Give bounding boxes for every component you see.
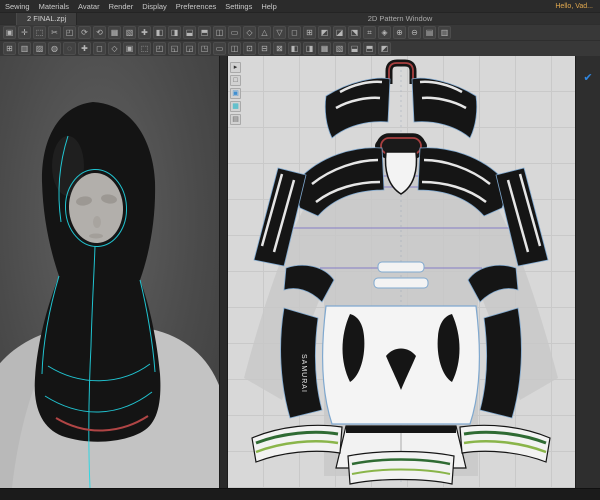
toolbar-icon[interactable]: ◻ — [288, 26, 301, 39]
project-tab[interactable]: 2 FINAL.zpj — [16, 12, 78, 25]
user-greeting[interactable]: Hello, Vad... — [555, 3, 595, 10]
toolbar-icon[interactable]: ▥ — [438, 26, 451, 39]
2d-mini-toolbar: ▸ □ ▣ ▦ ▤ — [230, 62, 241, 125]
toolbar-icon[interactable]: ◨ — [168, 26, 181, 39]
toolbar-icon[interactable]: ▽ — [273, 26, 286, 39]
3d-viewport[interactable] — [0, 56, 219, 488]
menu-item[interactable]: Avatar — [78, 2, 100, 11]
toolbar-icon[interactable]: ◫ — [228, 42, 241, 55]
balaclava-hood[interactable] — [34, 102, 161, 442]
toolbar-icon[interactable]: ⬒ — [198, 26, 211, 39]
toolbar-icon[interactable]: ▥ — [18, 42, 31, 55]
toolbar-icon[interactable]: ▨ — [33, 42, 46, 55]
toolbar-icon[interactable]: ⬔ — [348, 26, 361, 39]
toolbar-icon[interactable]: ✚ — [78, 42, 91, 55]
2d-tool-icon[interactable]: ▦ — [230, 101, 241, 112]
viewport-area: ▸ □ ▣ ▦ ▤ SAMURAI ✔ — [0, 56, 600, 488]
toolbar-icon[interactable]: ⊕ — [393, 26, 406, 39]
toolbar-icon[interactable]: ▧ — [333, 42, 346, 55]
toolbar-icon[interactable]: ◧ — [153, 26, 166, 39]
menu-item[interactable]: Help — [261, 2, 276, 11]
toolbar-icon[interactable]: ⊟ — [258, 42, 271, 55]
toolbar-icon[interactable]: ⬓ — [348, 42, 361, 55]
toolbar-icon[interactable]: ✂ — [48, 26, 61, 39]
toolbar-icon[interactable]: ⟲ — [93, 26, 106, 39]
pattern-piece-cuff-center[interactable] — [347, 450, 455, 485]
toolbar-icon[interactable]: ✛ — [18, 26, 31, 39]
toolbar-icon[interactable]: ⊖ — [408, 26, 421, 39]
menu-item[interactable]: Preferences — [176, 2, 216, 11]
menu-item[interactable]: Settings — [225, 2, 252, 11]
toolbar-icon[interactable]: ⊞ — [3, 42, 16, 55]
confirm-check-icon[interactable]: ✔ — [583, 72, 592, 84]
toolbar-icon[interactable]: ◰ — [63, 26, 76, 39]
app-window: Sewing Materials Avatar Render Display Prefer… — [0, 0, 600, 500]
toolbar-icon[interactable]: ▧ — [123, 26, 136, 39]
toolbar-icon[interactable]: ◌ — [63, 42, 76, 55]
2d-window-title: 2D Pattern Window — [367, 14, 433, 23]
toolbar-icon[interactable]: ▭ — [213, 42, 226, 55]
toolbar-icon[interactable]: ◩ — [318, 26, 331, 39]
menu-item[interactable]: Sewing — [5, 2, 30, 11]
toolbar-icon[interactable]: ◻ — [93, 42, 106, 55]
toolbar-icon[interactable]: ⊡ — [243, 42, 256, 55]
toolbar-icon[interactable]: ⬒ — [363, 42, 376, 55]
toolbar-icon[interactable]: ◰ — [153, 42, 166, 55]
pattern-brand-text: SAMURAI — [300, 354, 307, 393]
toolbar-icon[interactable]: ◇ — [108, 42, 121, 55]
toolbar-icon[interactable]: ◨ — [303, 42, 316, 55]
right-side-strip: ✔ — [575, 56, 600, 488]
menu-item[interactable]: Display — [142, 2, 167, 11]
toolbar-icon[interactable]: ▣ — [123, 42, 136, 55]
pattern-canvas[interactable]: SAMURAI — [228, 56, 575, 488]
toolbar-icon[interactable]: ▦ — [108, 26, 121, 39]
toolbar-icon[interactable]: ◩ — [378, 42, 391, 55]
menu-item[interactable]: Materials — [39, 2, 69, 11]
toolbar-icon[interactable]: ◪ — [333, 26, 346, 39]
toolbar-icon[interactable]: ◫ — [213, 26, 226, 39]
toolbar-icon[interactable]: ◈ — [378, 26, 391, 39]
toolbar-icon[interactable]: ▭ — [228, 26, 241, 39]
toolbar-icon[interactable]: ◲ — [183, 42, 196, 55]
toolbar-icon[interactable]: ◍ — [48, 42, 61, 55]
3d-avatar-scene[interactable] — [0, 56, 219, 488]
toolbar-icon[interactable]: ⊞ — [303, 26, 316, 39]
2d-tool-icon[interactable]: ▤ — [230, 114, 241, 125]
tab-bar: 2 FINAL.zpj 2D Pattern Window — [0, 12, 600, 25]
toolbar-icon[interactable]: ✚ — [138, 26, 151, 39]
toolbar-icon[interactable]: ⌗ — [363, 26, 376, 39]
2d-tool-icon[interactable]: ▸ — [230, 62, 241, 73]
project-tab-label: 2 FINAL.zpj — [27, 14, 67, 23]
toolbar-icon[interactable]: ▤ — [423, 26, 436, 39]
2d-tool-icon[interactable]: □ — [230, 75, 241, 86]
pattern-piece-strip-2[interactable] — [373, 277, 429, 289]
viewport-divider[interactable] — [219, 56, 228, 488]
toolbar-icon[interactable]: ▦ — [318, 42, 331, 55]
toolbar-icon[interactable]: ◳ — [198, 42, 211, 55]
menu-bar: Sewing Materials Avatar Render Display Prefer… — [0, 0, 600, 12]
toolbar-icon[interactable]: ⬚ — [138, 42, 151, 55]
2d-tool-icon[interactable]: ▣ — [230, 88, 241, 99]
2d-pattern-viewport[interactable]: ▸ □ ▣ ▦ ▤ SAMURAI — [228, 56, 575, 488]
bottom-status-bar — [0, 488, 600, 500]
menu-item[interactable]: Render — [109, 2, 134, 11]
toolbar-icon[interactable]: ⬓ — [183, 26, 196, 39]
toolbar-icon[interactable]: ⬚ — [33, 26, 46, 39]
nose-shade — [93, 216, 101, 228]
mouth-shade — [89, 233, 103, 239]
toolbar-row-1: ▣ ✛ ⬚ ✂ ◰ ⟳ ⟲ ▦ ▧ ✚ ◧ ◨ ⬓ ⬒ ◫ ▭ ◇ △ ▽ ◻ ⊞ ◩ ◪ ⬔ ⌗ ◈ ⊕ ⊖ ▤ ▥ — [0, 24, 600, 40]
toolbar-icon[interactable]: ◇ — [243, 26, 256, 39]
toolbar-row-2: ⊞ ▥ ▨ ◍ ◌ ✚ ◻ ◇ ▣ ⬚ ◰ ◱ ◲ ◳ ▭ ◫ ⊡ ⊟ ⊠ ◧ ◨ ▦ ▧ ⬓ ⬒ ◩ — [0, 40, 600, 56]
toolbar-icon[interactable]: ◧ — [288, 42, 301, 55]
pattern-piece-strip-1[interactable] — [377, 261, 425, 273]
toolbar-icon[interactable]: ▣ — [3, 26, 16, 39]
toolbar-icon[interactable]: △ — [258, 26, 271, 39]
toolbar-icon[interactable]: ⟳ — [78, 26, 91, 39]
toolbar-icon[interactable]: ⊠ — [273, 42, 286, 55]
toolbar-icon[interactable]: ◱ — [168, 42, 181, 55]
